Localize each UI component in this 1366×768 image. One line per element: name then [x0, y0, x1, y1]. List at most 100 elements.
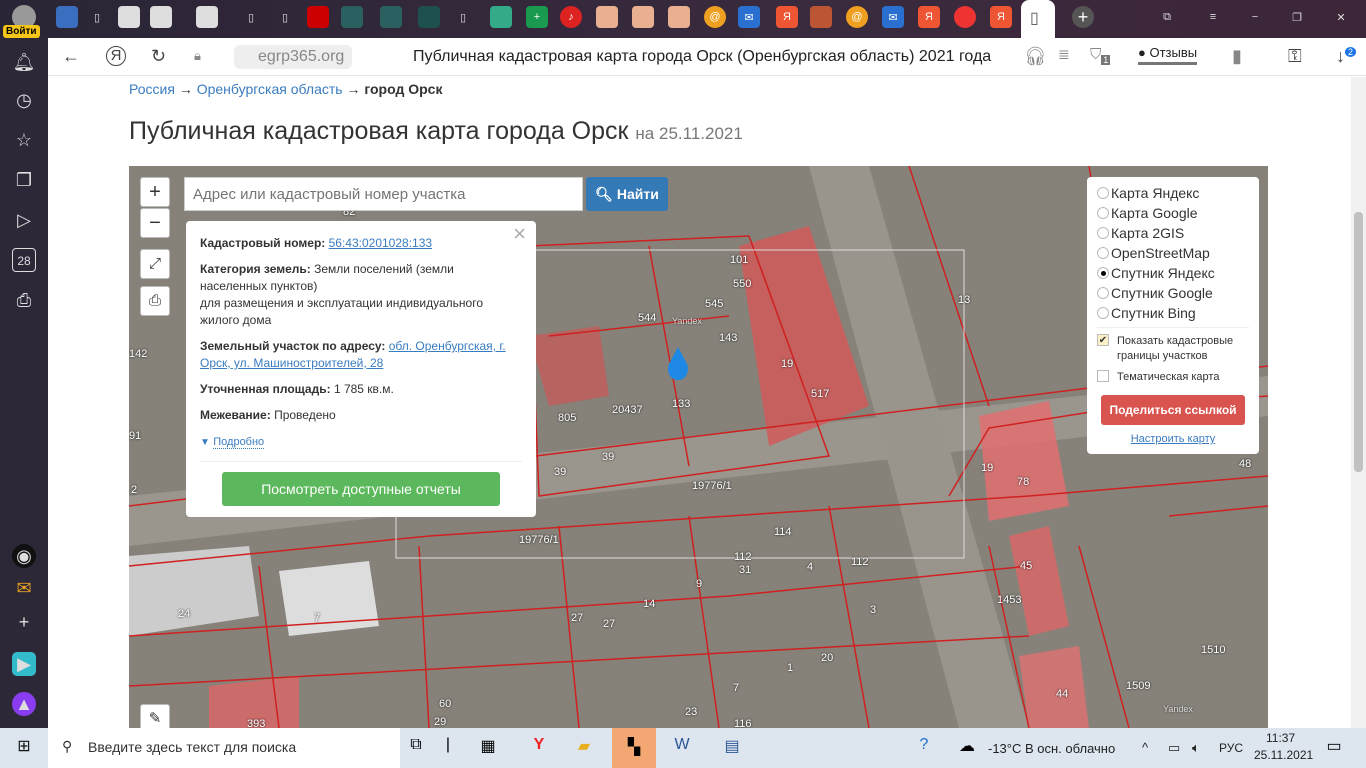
- new-tab-button[interactable]: +: [1072, 6, 1094, 28]
- tab[interactable]: Я: [918, 6, 940, 28]
- weather-text[interactable]: -13°C В осн. облачно: [988, 741, 1115, 756]
- word-icon[interactable]: W: [670, 736, 694, 760]
- history-icon[interactable]: ◷: [12, 88, 36, 112]
- layer-option[interactable]: Спутник Bing: [1097, 303, 1249, 323]
- radio[interactable]: [1097, 247, 1109, 259]
- tab[interactable]: [490, 6, 512, 28]
- tab[interactable]: [380, 6, 402, 28]
- passwords-icon[interactable]: ⚿: [1288, 46, 1302, 67]
- breadcrumb-region[interactable]: Оренбургская область: [197, 81, 343, 97]
- reload-icon[interactable]: ↻: [151, 46, 166, 67]
- radio[interactable]: [1097, 187, 1109, 199]
- layer-option[interactable]: Спутник Яндекс: [1097, 263, 1249, 283]
- tab[interactable]: +: [526, 6, 548, 28]
- add-panel-icon[interactable]: +: [12, 610, 36, 634]
- breadcrumb-russia[interactable]: Россия: [129, 81, 175, 97]
- share-link-button[interactable]: Поделиться ссылкой: [1101, 395, 1245, 425]
- radio[interactable]: [1097, 207, 1109, 219]
- ruler-button[interactable]: ✎: [140, 704, 170, 728]
- alice-app-icon[interactable]: ◉: [12, 544, 36, 568]
- tab[interactable]: ▯: [240, 6, 262, 28]
- help-icon[interactable]: ?: [912, 736, 936, 760]
- close-icon[interactable]: ×: [513, 223, 526, 245]
- tab[interactable]: [668, 6, 690, 28]
- tab[interactable]: Я: [776, 6, 798, 28]
- tab[interactable]: [307, 6, 329, 28]
- view-reports-button[interactable]: Посмотреть доступные отчеты: [222, 472, 500, 506]
- tab[interactable]: [810, 6, 832, 28]
- alice-icon[interactable]: ▲: [12, 692, 36, 716]
- video-icon[interactable]: ▷: [12, 208, 36, 232]
- search-input[interactable]: [184, 177, 583, 211]
- tab[interactable]: ♪: [560, 6, 582, 28]
- tab[interactable]: @: [704, 6, 726, 28]
- tab[interactable]: @: [846, 6, 868, 28]
- zoom-in-button[interactable]: +: [140, 177, 170, 207]
- tab[interactable]: [418, 6, 440, 28]
- layer-option[interactable]: Карта Google: [1097, 203, 1249, 223]
- tab[interactable]: [596, 6, 618, 28]
- explorer-icon[interactable]: ▰: [572, 736, 596, 760]
- tabs-icon[interactable]: ⧉: [1156, 6, 1178, 28]
- bell-icon[interactable]: 🔔︎: [12, 50, 36, 74]
- taskbar-search[interactable]: ⚲ Введите здесь текст для поиска: [48, 728, 400, 768]
- reader-icon[interactable]: ≣: [1058, 46, 1070, 63]
- tab[interactable]: [196, 6, 218, 28]
- fullscreen-button[interactable]: ⤢: [140, 249, 170, 279]
- yandex-icon[interactable]: Я: [106, 46, 126, 66]
- tab[interactable]: ✉: [738, 6, 760, 28]
- configure-map-link[interactable]: Настроить карту: [1097, 433, 1249, 445]
- scrollbar-thumb[interactable]: [1354, 212, 1363, 472]
- close-window-button[interactable]: ✕: [1330, 6, 1352, 28]
- menu-icon[interactable]: ≡: [1202, 6, 1224, 28]
- document-app-icon[interactable]: ▤: [720, 736, 744, 760]
- cad-number-link[interactable]: 56:43:0201028:133: [329, 236, 432, 250]
- app-icon[interactable]: ▚: [612, 728, 656, 768]
- bookmark-icon[interactable]: ▮: [1232, 46, 1242, 67]
- download-icon[interactable]: ↓ 2: [1336, 46, 1357, 67]
- tab[interactable]: ✉: [882, 6, 904, 28]
- tab[interactable]: ▯: [452, 6, 474, 28]
- find-button[interactable]: 🔍︎ Найти: [586, 177, 668, 211]
- tab[interactable]: [632, 6, 654, 28]
- tab[interactable]: [341, 6, 363, 28]
- tab[interactable]: ▯: [86, 6, 108, 28]
- screenshot-icon[interactable]: ⎙: [12, 288, 36, 312]
- calendar-icon[interactable]: 28: [12, 248, 36, 272]
- star-icon[interactable]: ☆: [12, 128, 36, 152]
- print-button[interactable]: ⎙: [140, 286, 170, 316]
- clock-time[interactable]: 11:37: [1266, 731, 1295, 745]
- tab[interactable]: [150, 6, 172, 28]
- layer-option[interactable]: OpenStreetMap: [1097, 243, 1249, 263]
- task-view-icon[interactable]: ⧉: [404, 736, 428, 760]
- layer-option[interactable]: Карта Яндекс: [1097, 183, 1249, 203]
- tab[interactable]: [118, 6, 140, 28]
- maximize-button[interactable]: ❐: [1286, 6, 1308, 28]
- radio-selected[interactable]: [1097, 267, 1109, 279]
- cadastral-map[interactable]: 101 550 544 545 143 19 517 133 20437 805…: [129, 166, 1268, 728]
- scrollbar[interactable]: [1351, 77, 1366, 728]
- zoom-out-button[interactable]: −: [140, 208, 170, 238]
- tab[interactable]: Я: [990, 6, 1012, 28]
- collections-icon[interactable]: ❐: [12, 168, 36, 192]
- thematic-option[interactable]: Тематическая карта: [1097, 370, 1249, 385]
- radio[interactable]: [1097, 287, 1109, 299]
- yandex-browser-icon[interactable]: Y: [527, 736, 551, 760]
- reviews-button[interactable]: ● Отзывы: [1138, 45, 1198, 65]
- checkbox-checked[interactable]: ✔: [1097, 334, 1109, 346]
- layer-option[interactable]: Спутник Google: [1097, 283, 1249, 303]
- windows-start-icon[interactable]: ⊞: [12, 736, 36, 760]
- details-toggle[interactable]: Подробно: [213, 436, 265, 449]
- calculator-icon[interactable]: ▦: [476, 736, 500, 760]
- url-field[interactable]: egrp365.org: [234, 45, 353, 69]
- back-icon[interactable]: ←: [62, 46, 80, 67]
- messenger-icon[interactable]: ▶: [12, 652, 36, 676]
- language-indicator[interactable]: РУС: [1219, 741, 1243, 755]
- minimize-button[interactable]: −: [1244, 6, 1266, 28]
- battery-icon[interactable]: ▭: [1168, 740, 1180, 756]
- login-button[interactable]: Войти: [3, 25, 40, 38]
- radio[interactable]: [1097, 307, 1109, 319]
- tab[interactable]: [954, 6, 976, 28]
- active-tab[interactable]: ▯: [1021, 0, 1055, 38]
- notifications-icon[interactable]: ▭: [1322, 736, 1346, 760]
